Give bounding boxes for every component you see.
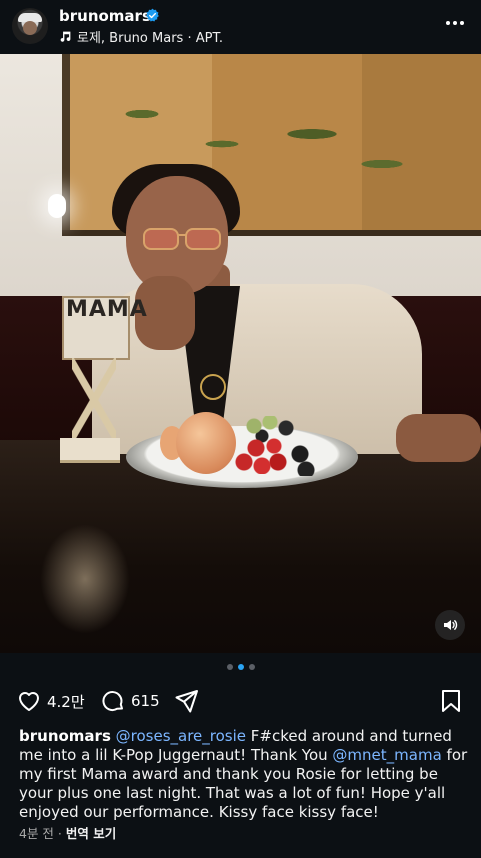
sound-toggle-button[interactable] — [435, 610, 465, 640]
photo-peach — [176, 412, 236, 474]
post-header: brunomars 로제, Bruno Mars · APT. — [0, 0, 481, 54]
translate-link[interactable]: 번역 보기 — [66, 826, 116, 841]
like-button[interactable]: 4.2만 — [16, 688, 85, 714]
avatar-face — [23, 21, 37, 35]
like-count[interactable]: 4.2만 — [47, 691, 85, 712]
save-button[interactable] — [438, 688, 464, 714]
comment-button[interactable]: 615 — [100, 688, 160, 714]
post-photo[interactable]: MAMA — [0, 54, 481, 653]
photo-arm — [396, 414, 481, 462]
heart-icon — [19, 692, 39, 711]
audio-label: 로제, Bruno Mars · APT. — [77, 31, 223, 46]
photo-glasses — [143, 228, 221, 250]
username[interactable]: brunomars — [59, 7, 151, 25]
caption-mention[interactable]: @roses_are_rosie — [116, 727, 246, 745]
bookmark-icon — [442, 690, 460, 712]
carousel-indicator — [0, 664, 481, 670]
carousel-dot-active — [237, 664, 244, 670]
trophy-logo: MAMA — [66, 297, 148, 322]
caption-mention[interactable]: @mnet_mama — [332, 746, 441, 764]
comment-icon — [102, 691, 123, 712]
photo-strawberries — [232, 434, 296, 474]
action-bar: 4.2만 615 — [0, 684, 481, 718]
share-icon — [175, 690, 198, 713]
verified-badge-icon — [146, 8, 159, 22]
photo-reflection — [40, 524, 130, 634]
photo-light — [48, 194, 66, 218]
post-time: 4분 전 — [19, 826, 54, 841]
audio-link[interactable]: 로제, Bruno Mars · APT. — [59, 27, 223, 46]
post-caption: brunomars @roses_are_rosie F#cked around… — [19, 727, 469, 822]
caption-username[interactable]: brunomars — [19, 727, 111, 745]
sound-icon — [444, 620, 458, 630]
share-button[interactable] — [174, 688, 200, 714]
photo-trophy-stand — [72, 358, 116, 442]
carousel-dot — [226, 664, 233, 670]
photo-trophy-base — [60, 438, 120, 463]
photo-chain — [200, 374, 226, 400]
more-icon[interactable] — [444, 14, 466, 32]
meta-separator: · — [53, 826, 66, 841]
avatar[interactable] — [12, 8, 48, 44]
music-note-icon — [60, 31, 71, 42]
carousel-dot — [248, 664, 255, 670]
post-meta: 4분 전 · 번역 보기 — [19, 823, 116, 842]
comment-count[interactable]: 615 — [131, 692, 160, 710]
